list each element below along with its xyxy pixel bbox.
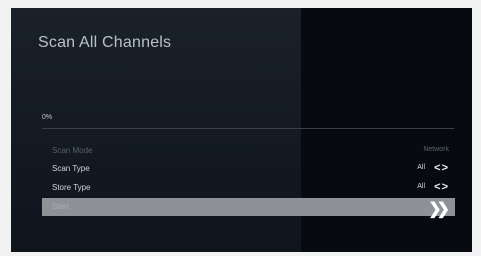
tv-screen: Scan All Channels 0% Scan Mode Network S… <box>11 8 472 252</box>
scan-mode-label: Scan Mode <box>52 146 93 155</box>
store-type-value: All <box>417 183 425 190</box>
scan-type-row[interactable]: Scan Type All <> <box>42 160 455 178</box>
start-label: Start <box>52 202 69 211</box>
start-button[interactable]: Start ❯❯ <box>42 198 455 218</box>
scan-type-value: All <box>417 164 425 171</box>
progress-percent: 0% <box>42 114 53 121</box>
scan-type-label: Scan Type <box>52 164 90 173</box>
scan-mode-row: Scan Mode Network <box>42 142 455 160</box>
left-right-arrows-icon[interactable]: <> <box>434 162 449 174</box>
scan-mode-value: Network <box>423 146 449 153</box>
left-right-arrows-icon[interactable]: <> <box>434 181 449 193</box>
progress-bar <box>42 128 454 129</box>
page-title: Scan All Channels <box>38 34 172 51</box>
store-type-label: Store Type <box>52 183 91 192</box>
store-type-row[interactable]: Store Type All <> <box>42 179 455 197</box>
double-chevron-right-icon: ❯❯ <box>428 201 450 218</box>
